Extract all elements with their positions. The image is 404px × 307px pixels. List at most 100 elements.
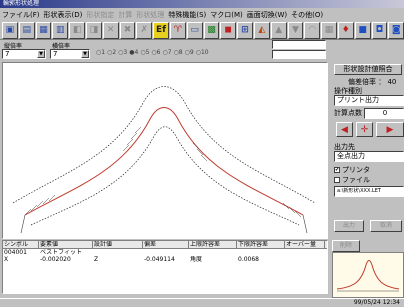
radio-10[interactable]: ○10 (196, 49, 209, 56)
col-over: オーバー量 (285, 241, 325, 248)
radio-8[interactable]: ○8 (174, 49, 183, 56)
table-row[interactable]: 004001 ベストフィット (3, 249, 327, 256)
op-type-select[interactable]: プリント出力 (334, 95, 404, 106)
radio-2[interactable]: ○2 (107, 49, 116, 56)
output-button[interactable]: 出力 (334, 220, 364, 232)
chevron-down-icon[interactable]: ▼ (81, 50, 89, 58)
save-icon[interactable]: ▦ (35, 21, 52, 39)
left-leg (20, 214, 26, 234)
copy-icon[interactable]: ◨ (85, 21, 102, 39)
cut-icon[interactable]: ✕ (102, 21, 119, 39)
table-row[interactable]: X -0.002020 Z -0.049114 角度 0.0068 (3, 256, 327, 263)
fit-icon[interactable]: Ef (153, 21, 169, 39)
deviation-hatch-right (192, 142, 302, 218)
menu-window[interactable]: 画面切換(W) (247, 10, 287, 20)
menu-special[interactable]: 特殊機能(S) (168, 10, 206, 20)
graph-icon[interactable]: ▩ (203, 21, 220, 39)
col-value: 要素値 (39, 241, 93, 248)
status-bar: 99/05/24 12:34 (0, 298, 404, 306)
col-upper: 上限許容差 (189, 241, 237, 248)
preview-curve (336, 260, 400, 292)
menu-file[interactable]: ファイル(F) (2, 10, 40, 20)
calc-points-field[interactable]: 0 (364, 108, 404, 119)
profile-canvas[interactable] (2, 62, 328, 239)
delete-button[interactable]: 削除 (332, 240, 360, 252)
checkbox-box-icon (334, 177, 340, 183)
help-icon[interactable]: ◙ (388, 21, 404, 39)
radio-label: 2 (112, 49, 117, 56)
grid-icon[interactable]: ▦ (321, 21, 337, 39)
print-icon[interactable]: ▥ (52, 21, 69, 39)
zoom-out-icon[interactable]: ▼ (287, 21, 304, 39)
col-lower: 下限許容差 (237, 241, 285, 248)
menu-shape-process[interactable]: 形状処理 (136, 10, 164, 20)
delete-icon[interactable]: ✖ (119, 21, 136, 39)
col-symbol: シンボル (3, 241, 39, 248)
cancel-button[interactable]: 取消 (370, 220, 402, 232)
cell: X (4, 256, 9, 263)
cell: 0.0068 (238, 256, 259, 263)
profile-preview (332, 252, 404, 298)
vertical-scale-select[interactable]: 7 ▼ (2, 49, 46, 59)
printer-checkbox[interactable]: ✔ プリンタ (334, 165, 370, 175)
cell: -0.002020 (40, 256, 71, 263)
radio-label: 5 (145, 49, 150, 56)
radio-9[interactable]: ○9 (185, 49, 194, 56)
cell: ベストフィット (40, 249, 83, 256)
radio-label: 3 (123, 49, 128, 56)
menu-calc[interactable]: 計算 (118, 10, 132, 20)
radio-7[interactable]: ○7 (162, 49, 171, 56)
radio-label: 7 (167, 49, 172, 56)
open-icon[interactable]: ▤ (18, 21, 35, 39)
menu-display[interactable]: 形状表示(D) (44, 10, 83, 20)
monitor-icon[interactable]: ■ (354, 21, 371, 39)
col-deviation: 偏差 (143, 241, 189, 248)
arrow-left-icon[interactable]: ◀ (336, 122, 353, 137)
radio-6[interactable]: ○6 (151, 49, 160, 56)
screen-icon[interactable]: ▭ (186, 21, 203, 39)
tolerance-outer (12, 86, 316, 204)
measured-profile (24, 107, 304, 216)
vertical-scale-value: 7 (5, 50, 10, 58)
calc-points-label: 計算点数 (334, 109, 362, 117)
arc-icon[interactable]: ◠ (304, 21, 321, 39)
file-path-field[interactable]: a:\新形状\XXX.LET (334, 186, 404, 197)
right-leg (302, 214, 308, 234)
check-icon: ✔ (334, 167, 340, 173)
application-window: 輪郭形状処理 ファイル(F) 形状表示(D) 形状指定 計算 形状処理 特殊機能… (0, 0, 404, 306)
horizontal-scale-select[interactable]: 7 ▼ (50, 49, 90, 59)
radio-1[interactable]: ○1 (96, 49, 105, 56)
radio-label: 4 (134, 49, 139, 56)
tool-icon[interactable]: ◭ (253, 21, 270, 39)
clear-icon[interactable]: ✗ (136, 21, 153, 39)
deviation-hatch-left (24, 126, 142, 216)
radio-4[interactable]: ●4 (129, 49, 138, 56)
cell: 004001 (4, 249, 27, 256)
output-select[interactable]: 全点出力 (334, 151, 404, 162)
menu-other[interactable]: その他(O) (291, 10, 323, 20)
col-design: 設計値 (93, 241, 143, 248)
cell: 角度 (190, 256, 203, 263)
measure-icon[interactable]: ♈ (169, 21, 186, 39)
radio-5[interactable]: ○5 (140, 49, 149, 56)
new-icon[interactable]: ▣ (2, 21, 18, 39)
chevron-down-icon[interactable]: ▼ (37, 50, 45, 58)
calc-icon[interactable]: ⊞ (237, 21, 253, 39)
edit-icon[interactable]: ◧ (69, 21, 85, 39)
probe-icon[interactable]: ♦ (337, 21, 354, 39)
radio-3[interactable]: ○3 (118, 49, 127, 56)
file-label: ファイル (342, 176, 370, 184)
menu-macro[interactable]: マクロ(M) (210, 10, 243, 20)
menu-shape-spec[interactable]: 形状指定 (86, 10, 114, 20)
report-icon[interactable]: ◼ (220, 21, 237, 39)
crosshair-icon[interactable]: ✛ (356, 122, 373, 137)
zoom-in-icon[interactable]: ▲ (270, 21, 287, 39)
monitor2-icon[interactable]: ◘ (371, 21, 388, 39)
info-field-bottom (272, 50, 326, 59)
radio-label: 6 (156, 49, 161, 56)
menu-bar: ファイル(F) 形状表示(D) 形状指定 計算 形状処理 特殊機能(S) マクロ… (0, 8, 404, 21)
arrow-right-icon[interactable]: ▶ (376, 122, 404, 137)
file-checkbox[interactable]: ファイル (334, 175, 370, 185)
side-panel: 形状設計値照合 偏差倍率 ： 40 操作種別 プリント出力 計算点数 0 ◀ ✛… (330, 62, 404, 239)
radio-label: 1 (101, 49, 106, 56)
